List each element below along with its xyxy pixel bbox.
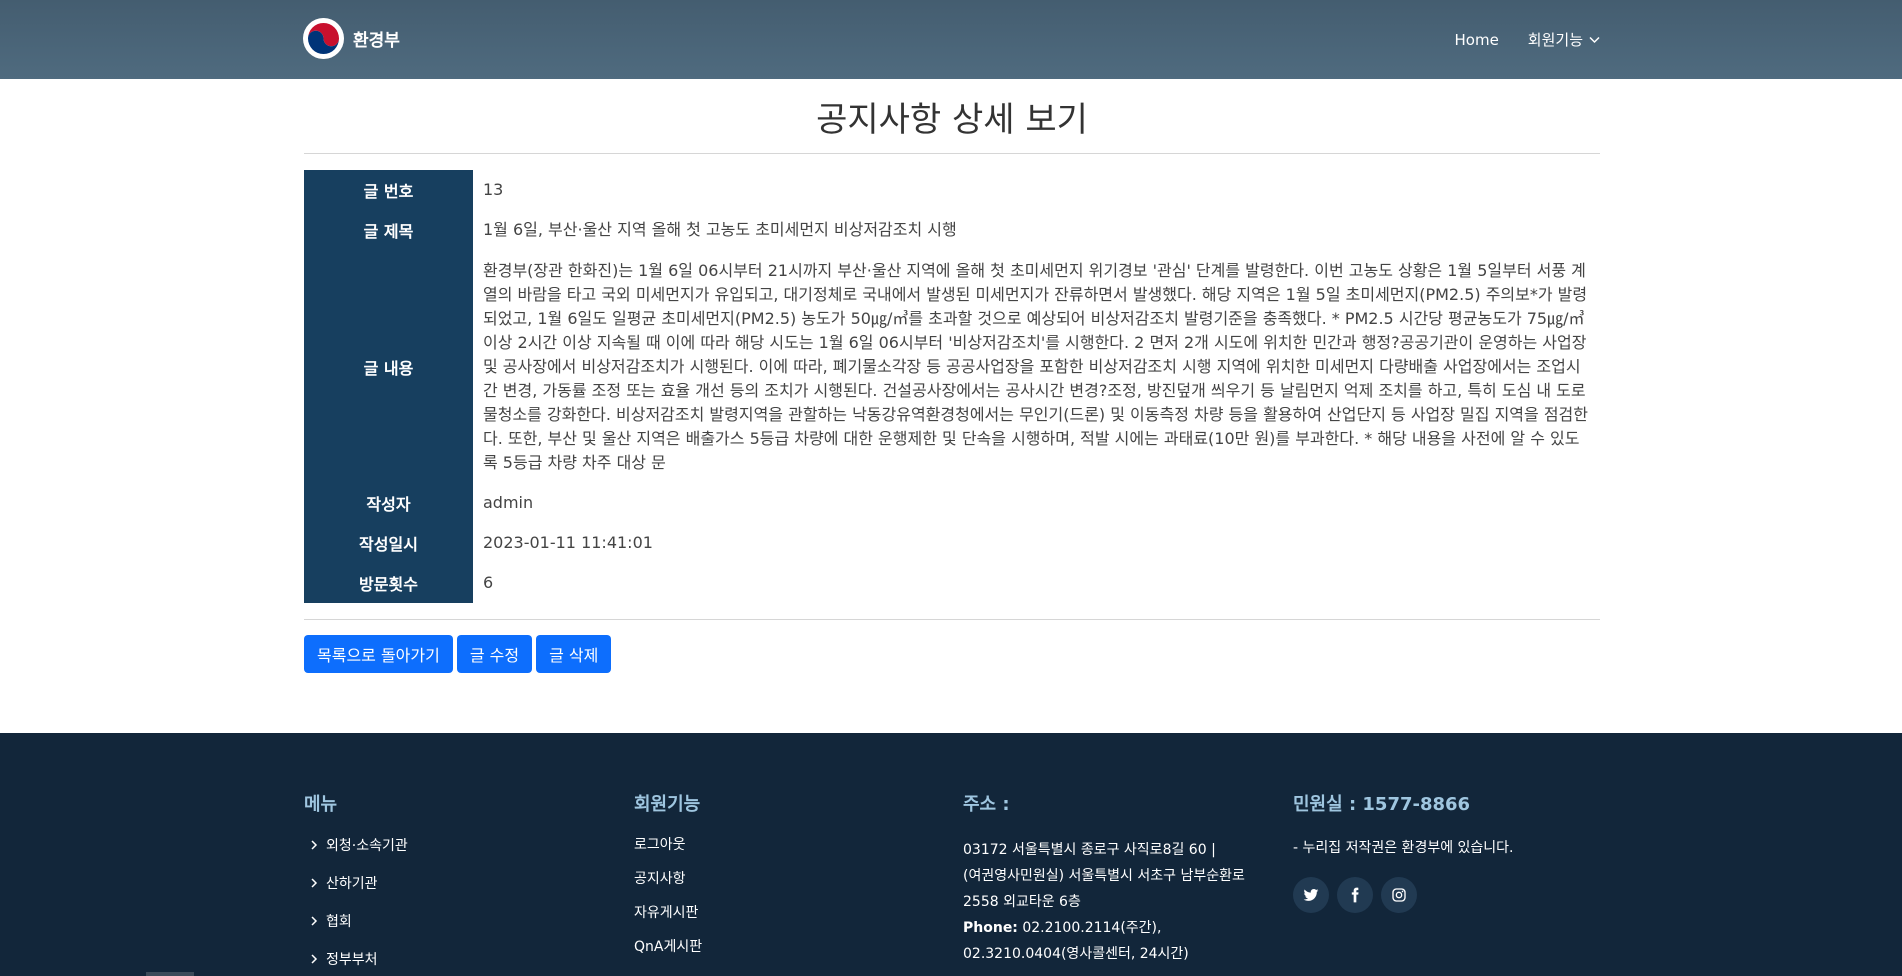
nav-member-dropdown[interactable]: 회원기능 (1528, 29, 1600, 50)
table-row: 방문횟수 6 (304, 563, 1600, 603)
footer-freeboard-link[interactable]: 자유게시판 (634, 902, 698, 922)
label-post-title: 글 제목 (304, 210, 473, 250)
logo-text: 환경부 (353, 31, 400, 51)
value-created-at: 2023-01-11 11:41:01 (483, 533, 653, 552)
footer-notice-link[interactable]: 공지사항 (634, 868, 686, 888)
chevron-right-icon (311, 916, 318, 926)
footer-menu-item[interactable]: 협회 (310, 911, 352, 931)
value-view-count: 6 (483, 573, 494, 592)
footer-menu-heading: 메뉴 (304, 794, 338, 815)
table-row: 작성자 admin (304, 483, 1600, 523)
footer-contact-heading: 민원실 : 1577-8866 (1293, 794, 1471, 815)
twitter-icon (1303, 889, 1319, 901)
label-view-count: 방문횟수 (304, 563, 473, 603)
scrollbar-thumb[interactable] (146, 972, 194, 976)
footer-logout-link[interactable]: 로그아웃 (634, 834, 686, 854)
footer-menu-item-label: 외청·소속기관 (326, 838, 408, 854)
address-line: (여권영사민원실) 서울특별시 서초구 남부순환로 (963, 868, 1245, 884)
table-row: 글 내용 환경부(장관 한화진)는 1월 6일 06시부터 21시까지 부산·울… (304, 250, 1600, 483)
edit-post-button[interactable]: 글 수정 (456, 635, 533, 673)
footer-member-heading: 회원기능 (634, 794, 701, 815)
footer-menu-item-label: 협회 (326, 914, 352, 930)
label-author: 작성자 (304, 483, 473, 523)
chevron-down-icon (1589, 36, 1600, 43)
phone-line: Phone: 02.2100.2114(주간), (963, 915, 1273, 941)
instagram-icon (1392, 888, 1406, 902)
address-line: 2558 외교타운 6층 (963, 894, 1081, 910)
label-post-number: 글 번호 (304, 170, 473, 210)
chevron-right-icon (311, 954, 318, 964)
label-created-at: 작성일시 (304, 523, 473, 563)
value-author: admin (483, 493, 534, 512)
copyright-note: - 누리집 저작권은 환경부에 있습니다. (1293, 840, 1514, 856)
phone-line: 02.3210.0404(영사콜센터, 24시간) (963, 946, 1189, 962)
chevron-right-icon (311, 878, 318, 888)
site-logo[interactable]: 환경부 (303, 18, 400, 59)
divider (304, 619, 1600, 620)
table-row: 글 번호 13 (304, 170, 1600, 210)
back-to-list-button[interactable]: 목록으로 돌아가기 (304, 635, 453, 673)
instagram-button[interactable] (1381, 877, 1417, 913)
label-post-content: 글 내용 (304, 250, 473, 483)
divider (304, 153, 1600, 154)
value-post-content: 환경부(장관 한화진)는 1월 6일 06시부터 21시까지 부산·울산 지역에… (483, 261, 1588, 472)
facebook-icon (1351, 887, 1359, 903)
twitter-button[interactable] (1293, 877, 1329, 913)
nav-home-link[interactable]: Home (1455, 31, 1499, 49)
address-line: 03172 서울특별시 종로구 사직로8길 60 | (963, 842, 1216, 858)
footer-qna-link[interactable]: QnA게시판 (634, 936, 702, 956)
footer-address-heading: 주소 : (963, 794, 1010, 815)
table-row: 글 제목 1월 6일, 부산·울산 지역 올해 첫 고농도 초미세먼지 비상저감… (304, 210, 1600, 250)
main-nav: Home 회원기능 (1455, 29, 1601, 50)
value-post-number: 13 (483, 180, 504, 199)
site-footer: 메뉴 외청·소속기관 산하기관 협회 정부부처 회원기능 로그아웃 공지사항 자… (0, 733, 1902, 976)
phone-label: Phone: (963, 920, 1018, 936)
chevron-right-icon (311, 840, 318, 850)
phone-number: 02.2100.2114(주간), (1017, 920, 1162, 936)
footer-menu-item[interactable]: 정부부처 (310, 949, 378, 969)
footer-menu-item[interactable]: 산하기관 (310, 873, 378, 893)
notice-detail-table: 글 번호 13 글 제목 1월 6일, 부산·울산 지역 올해 첫 고농도 초미… (304, 170, 1600, 603)
footer-menu-item-label: 정부부처 (326, 952, 378, 968)
delete-post-button[interactable]: 글 삭제 (536, 635, 612, 673)
footer-address: 03172 서울특별시 종로구 사직로8길 60 | (여권영사민원실) 서울특… (963, 837, 1273, 967)
taegeuk-logo-icon (303, 18, 344, 59)
footer-menu-item[interactable]: 외청·소속기관 (310, 835, 408, 855)
table-row: 작성일시 2023-01-11 11:41:01 (304, 523, 1600, 563)
value-post-title: 1월 6일, 부산·울산 지역 올해 첫 고농도 초미세먼지 비상저감조치 시행 (483, 220, 957, 239)
top-navbar: 환경부 Home 회원기능 (0, 0, 1902, 79)
page-title: 공지사항 상세 보기 (816, 100, 1088, 140)
nav-member-label: 회원기능 (1527, 31, 1583, 49)
action-buttons: 목록으로 돌아가기 글 수정 글 삭제 (304, 635, 615, 673)
footer-menu-item-label: 산하기관 (326, 876, 378, 892)
facebook-button[interactable] (1337, 877, 1373, 913)
